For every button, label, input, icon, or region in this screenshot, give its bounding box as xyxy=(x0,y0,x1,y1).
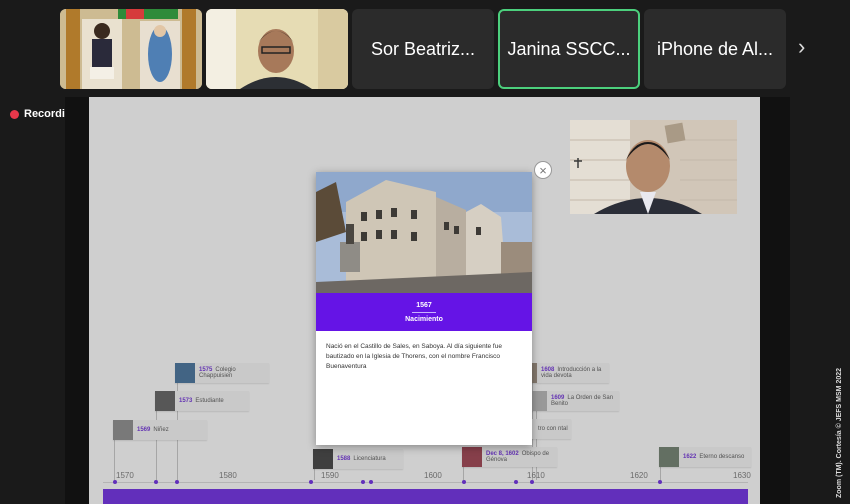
shrine-image xyxy=(60,9,202,89)
participant-tile-iphone[interactable]: iPhone de Al... xyxy=(644,9,786,89)
speaker-image xyxy=(570,120,737,214)
popup-year: 1567 xyxy=(416,301,432,309)
shared-screen[interactable]: 1575 Colegio Chappuisien 1573 Estudiante 1… xyxy=(89,97,760,504)
screen-margin-right xyxy=(760,97,790,504)
person-video xyxy=(206,9,348,89)
chevron-right-icon[interactable]: › xyxy=(798,34,805,60)
participant-name: Sor Beatriz... xyxy=(370,38,476,59)
close-icon[interactable]: × xyxy=(534,161,552,179)
participant-tile-janina[interactable]: Janina SSCC... xyxy=(498,9,640,89)
popup-description: Nació en el Castillo de Sales, en Saboya… xyxy=(326,343,502,370)
divider xyxy=(412,311,436,313)
castle-image xyxy=(316,172,532,293)
screen-margin-left xyxy=(65,97,89,504)
participant-name: Janina SSCC... xyxy=(507,38,631,59)
event-header-band: 1567 Nacimiento xyxy=(316,293,532,331)
record-dot-icon xyxy=(10,109,19,119)
participant-name: iPhone de Al... xyxy=(656,38,774,59)
popup-title: Nacimiento xyxy=(405,315,443,323)
participant-strip: Sor Beatriz... Janina SSCC... iPhone de … xyxy=(0,0,850,96)
speaker-video[interactable] xyxy=(570,120,737,214)
participant-video-person[interactable] xyxy=(206,9,348,89)
watermark-text: Zoom (TM). Cortesía © JEFS MSM 2022 xyxy=(836,367,843,498)
event-photo xyxy=(316,172,532,293)
participant-tile-sor-beatriz[interactable]: Sor Beatriz... xyxy=(352,9,494,89)
participant-video-shrine[interactable] xyxy=(60,9,202,89)
event-detail-popup[interactable]: 1567 Nacimiento Nació en el Castillo de … xyxy=(316,172,532,445)
